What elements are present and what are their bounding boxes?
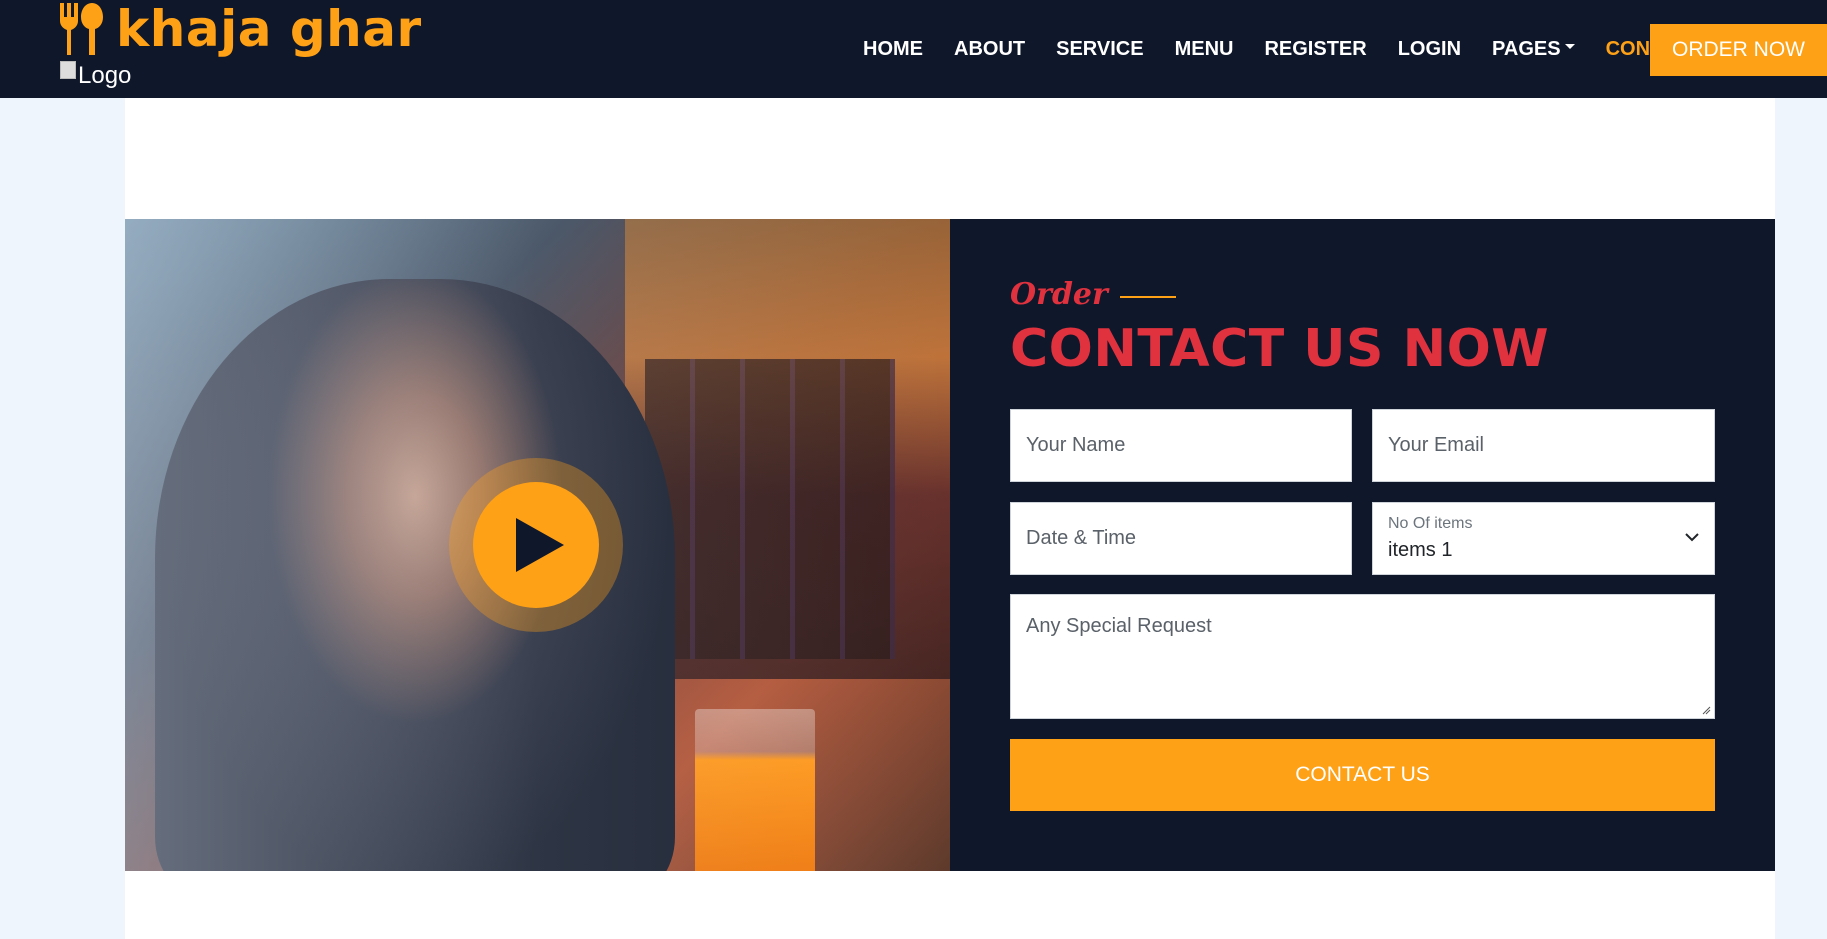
nav-pages-dropdown[interactable]: PAGES	[1492, 38, 1575, 61]
items-select[interactable]: No Of items items 1	[1372, 502, 1715, 575]
name-input[interactable]	[1026, 410, 1336, 481]
subtitle-divider	[1119, 295, 1176, 298]
nav-menu[interactable]: MENU	[1175, 38, 1234, 61]
play-video-button[interactable]	[449, 458, 623, 632]
nav-about[interactable]: ABOUT	[954, 38, 1025, 61]
section-subtitle: Order	[1010, 277, 1176, 312]
datetime-field[interactable]	[1010, 502, 1352, 575]
chevron-down-icon	[1685, 533, 1699, 542]
brand-name: khaja ghar	[116, 0, 422, 58]
caret-down-icon	[1564, 44, 1575, 50]
order-now-button[interactable]: ORDER NOW	[1650, 24, 1827, 76]
nav-home[interactable]: HOME	[863, 38, 923, 61]
subtitle-text: Order	[1010, 277, 1108, 312]
contact-us-button[interactable]: CONTACT US	[1010, 739, 1715, 811]
items-select-value: items 1	[1388, 539, 1453, 561]
brand[interactable]: khaja ghar	[58, 0, 422, 58]
email-input[interactable]	[1388, 410, 1699, 481]
contact-form-panel: Order CONTACT US NOW No Of items items 1…	[950, 219, 1775, 871]
nav-service[interactable]: SERVICE	[1056, 38, 1143, 61]
navbar: khaja ghar Logo HOME ABOUT SERVICE MENU …	[0, 0, 1827, 98]
nav-pages-label: PAGES	[1492, 38, 1561, 60]
special-request-field[interactable]	[1010, 594, 1715, 719]
broken-image-icon	[60, 61, 76, 79]
nav-register[interactable]: REGISTER	[1264, 38, 1366, 61]
logo-alt-text: Logo	[78, 62, 132, 89]
nav-login[interactable]: LOGIN	[1398, 38, 1461, 61]
email-field[interactable]	[1372, 409, 1715, 482]
utensils-icon	[60, 3, 103, 55]
logo-image: Logo	[60, 61, 132, 90]
special-request-textarea[interactable]	[1011, 595, 1714, 718]
resize-grip-icon[interactable]	[1701, 705, 1711, 715]
nav-links: HOME ABOUT SERVICE MENU REGISTER LOGIN P…	[863, 38, 1733, 61]
items-select-label: No Of items	[1388, 515, 1473, 532]
play-button-circle	[473, 482, 599, 608]
play-icon	[516, 518, 564, 572]
name-field[interactable]	[1010, 409, 1352, 482]
section-title: CONTACT US NOW	[1010, 319, 1550, 379]
datetime-input[interactable]	[1026, 503, 1336, 574]
